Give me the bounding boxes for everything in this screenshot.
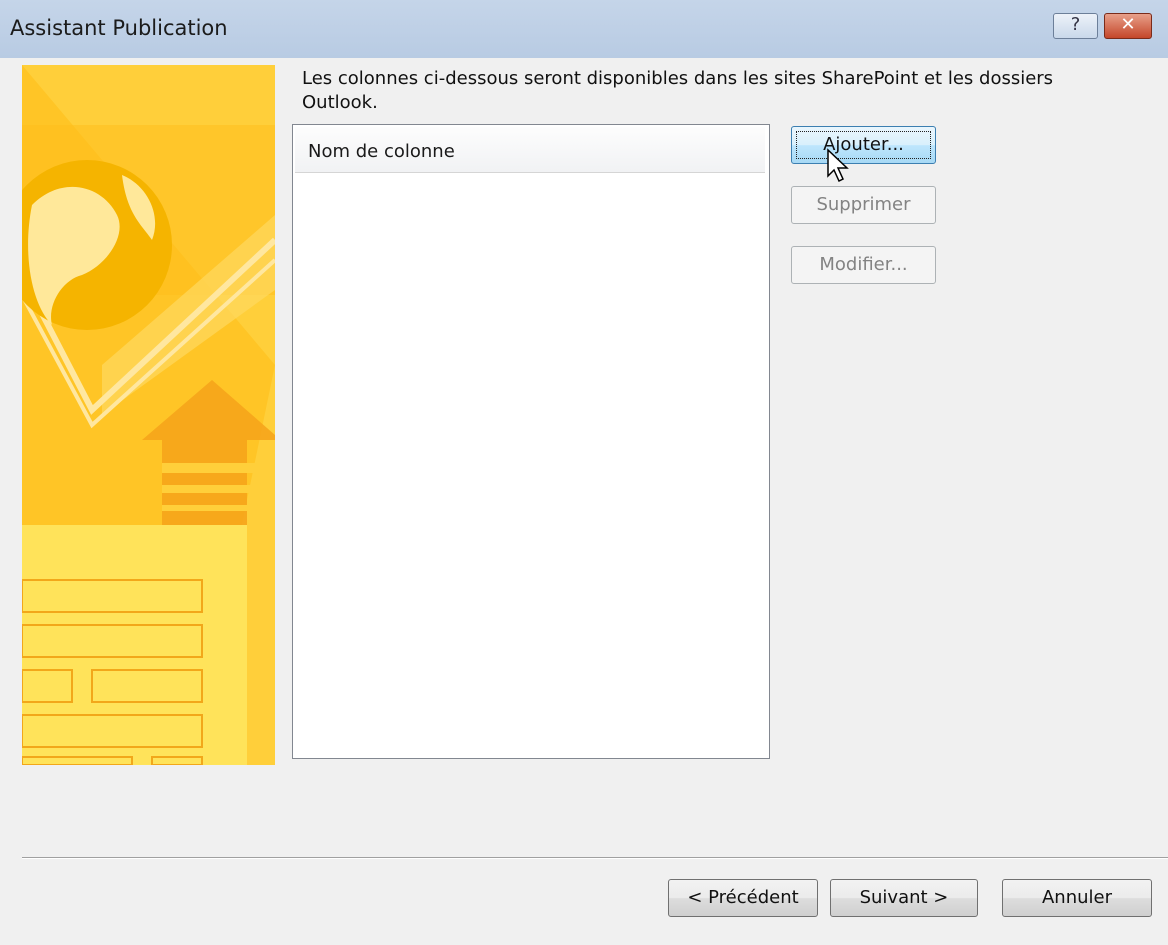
pointer-cursor-icon bbox=[827, 148, 849, 183]
add-button[interactable]: Ajouter... bbox=[791, 126, 936, 164]
focus-rectangle bbox=[796, 131, 931, 159]
help-button[interactable]: ? bbox=[1053, 13, 1098, 39]
help-icon: ? bbox=[1070, 14, 1081, 35]
close-icon: ✕ bbox=[1120, 14, 1136, 35]
footer-separator bbox=[22, 857, 1168, 859]
column-name-header[interactable]: Nom de colonne bbox=[295, 127, 765, 173]
window-title: Assistant Publication bbox=[10, 16, 228, 40]
cancel-button-label: Annuler bbox=[1041, 887, 1112, 908]
column-name-header-label: Nom de colonne bbox=[308, 141, 455, 162]
columns-listbox[interactable]: Nom de colonne bbox=[292, 124, 770, 759]
remove-button[interactable]: Supprimer bbox=[791, 186, 936, 224]
title-bar: Assistant Publication ? ✕ bbox=[0, 0, 1168, 58]
edit-button-label: Modifier... bbox=[819, 254, 908, 275]
instruction-text: Les colonnes ci-dessous seront disponibl… bbox=[302, 68, 1054, 113]
remove-button-label: Supprimer bbox=[816, 194, 911, 215]
wizard-banner-image bbox=[2, 65, 278, 766]
next-button[interactable]: Suivant > bbox=[830, 879, 978, 917]
edit-button[interactable]: Modifier... bbox=[791, 246, 936, 284]
publishing-wizard-dialog: Assistant Publication ? ✕ Les colonnes c… bbox=[0, 0, 1168, 945]
next-button-label: Suivant > bbox=[859, 887, 949, 908]
previous-button-label: < Précédent bbox=[687, 887, 799, 908]
cancel-button[interactable]: Annuler bbox=[1002, 879, 1152, 917]
document-icon bbox=[21, 525, 247, 766]
previous-button[interactable]: < Précédent bbox=[668, 879, 818, 917]
close-button[interactable]: ✕ bbox=[1104, 13, 1152, 39]
